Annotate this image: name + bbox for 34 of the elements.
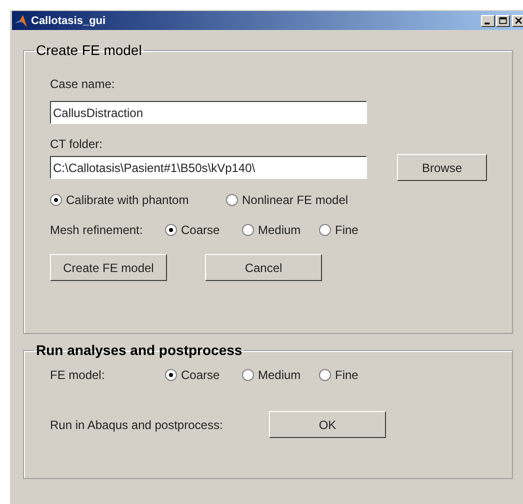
radio-button[interactable] — [226, 194, 238, 206]
radio-label[interactable]: Medium — [258, 223, 301, 237]
radio-label[interactable]: Calibrate with phantom — [66, 193, 189, 207]
radio-label[interactable]: Coarse — [181, 223, 220, 237]
panel-title: Create FE model — [35, 42, 143, 58]
fe-model-label: FE model: — [50, 368, 106, 382]
case-name-field[interactable]: CallusDistraction — [50, 101, 367, 124]
ct-folder-label: CT folder: — [50, 137, 104, 151]
window-title: Callotasis_gui — [31, 14, 107, 26]
case-name-label: Case name: — [50, 77, 116, 91]
radio-button[interactable] — [242, 369, 254, 381]
radio-label[interactable]: Fine — [335, 368, 358, 382]
radio-label[interactable]: Fine — [335, 223, 358, 237]
radio-label[interactable]: Nonlinear FE model — [242, 193, 348, 207]
radio-label[interactable]: Coarse — [181, 368, 220, 382]
radio-button[interactable] — [165, 224, 177, 236]
close-icon[interactable] — [512, 14, 523, 26]
action-button[interactable]: Cancel — [205, 254, 322, 281]
ok-button[interactable]: OK — [269, 411, 386, 438]
mesh-refinement-label: Mesh refinement: — [50, 223, 144, 237]
radio-button[interactable] — [319, 224, 331, 236]
radio-button[interactable] — [319, 369, 331, 381]
run-label: Run in Abaqus and postprocess: — [50, 418, 224, 432]
radio-button[interactable] — [50, 194, 62, 206]
browse-button[interactable]: Browse — [397, 154, 487, 181]
panel-title: Run analyses and postprocess — [35, 342, 244, 358]
radio-button[interactable] — [165, 369, 177, 381]
maximize-icon[interactable] — [496, 14, 510, 26]
app-icon — [14, 14, 28, 28]
radio-label[interactable]: Medium — [258, 368, 301, 382]
radio-button[interactable] — [242, 224, 254, 236]
ct-folder-field[interactable]: C:\Callotasis\Pasient#1\B50s\kVp140\ — [50, 156, 367, 179]
minimize-icon[interactable] — [481, 14, 495, 26]
action-button[interactable]: Create FE model — [50, 254, 167, 281]
